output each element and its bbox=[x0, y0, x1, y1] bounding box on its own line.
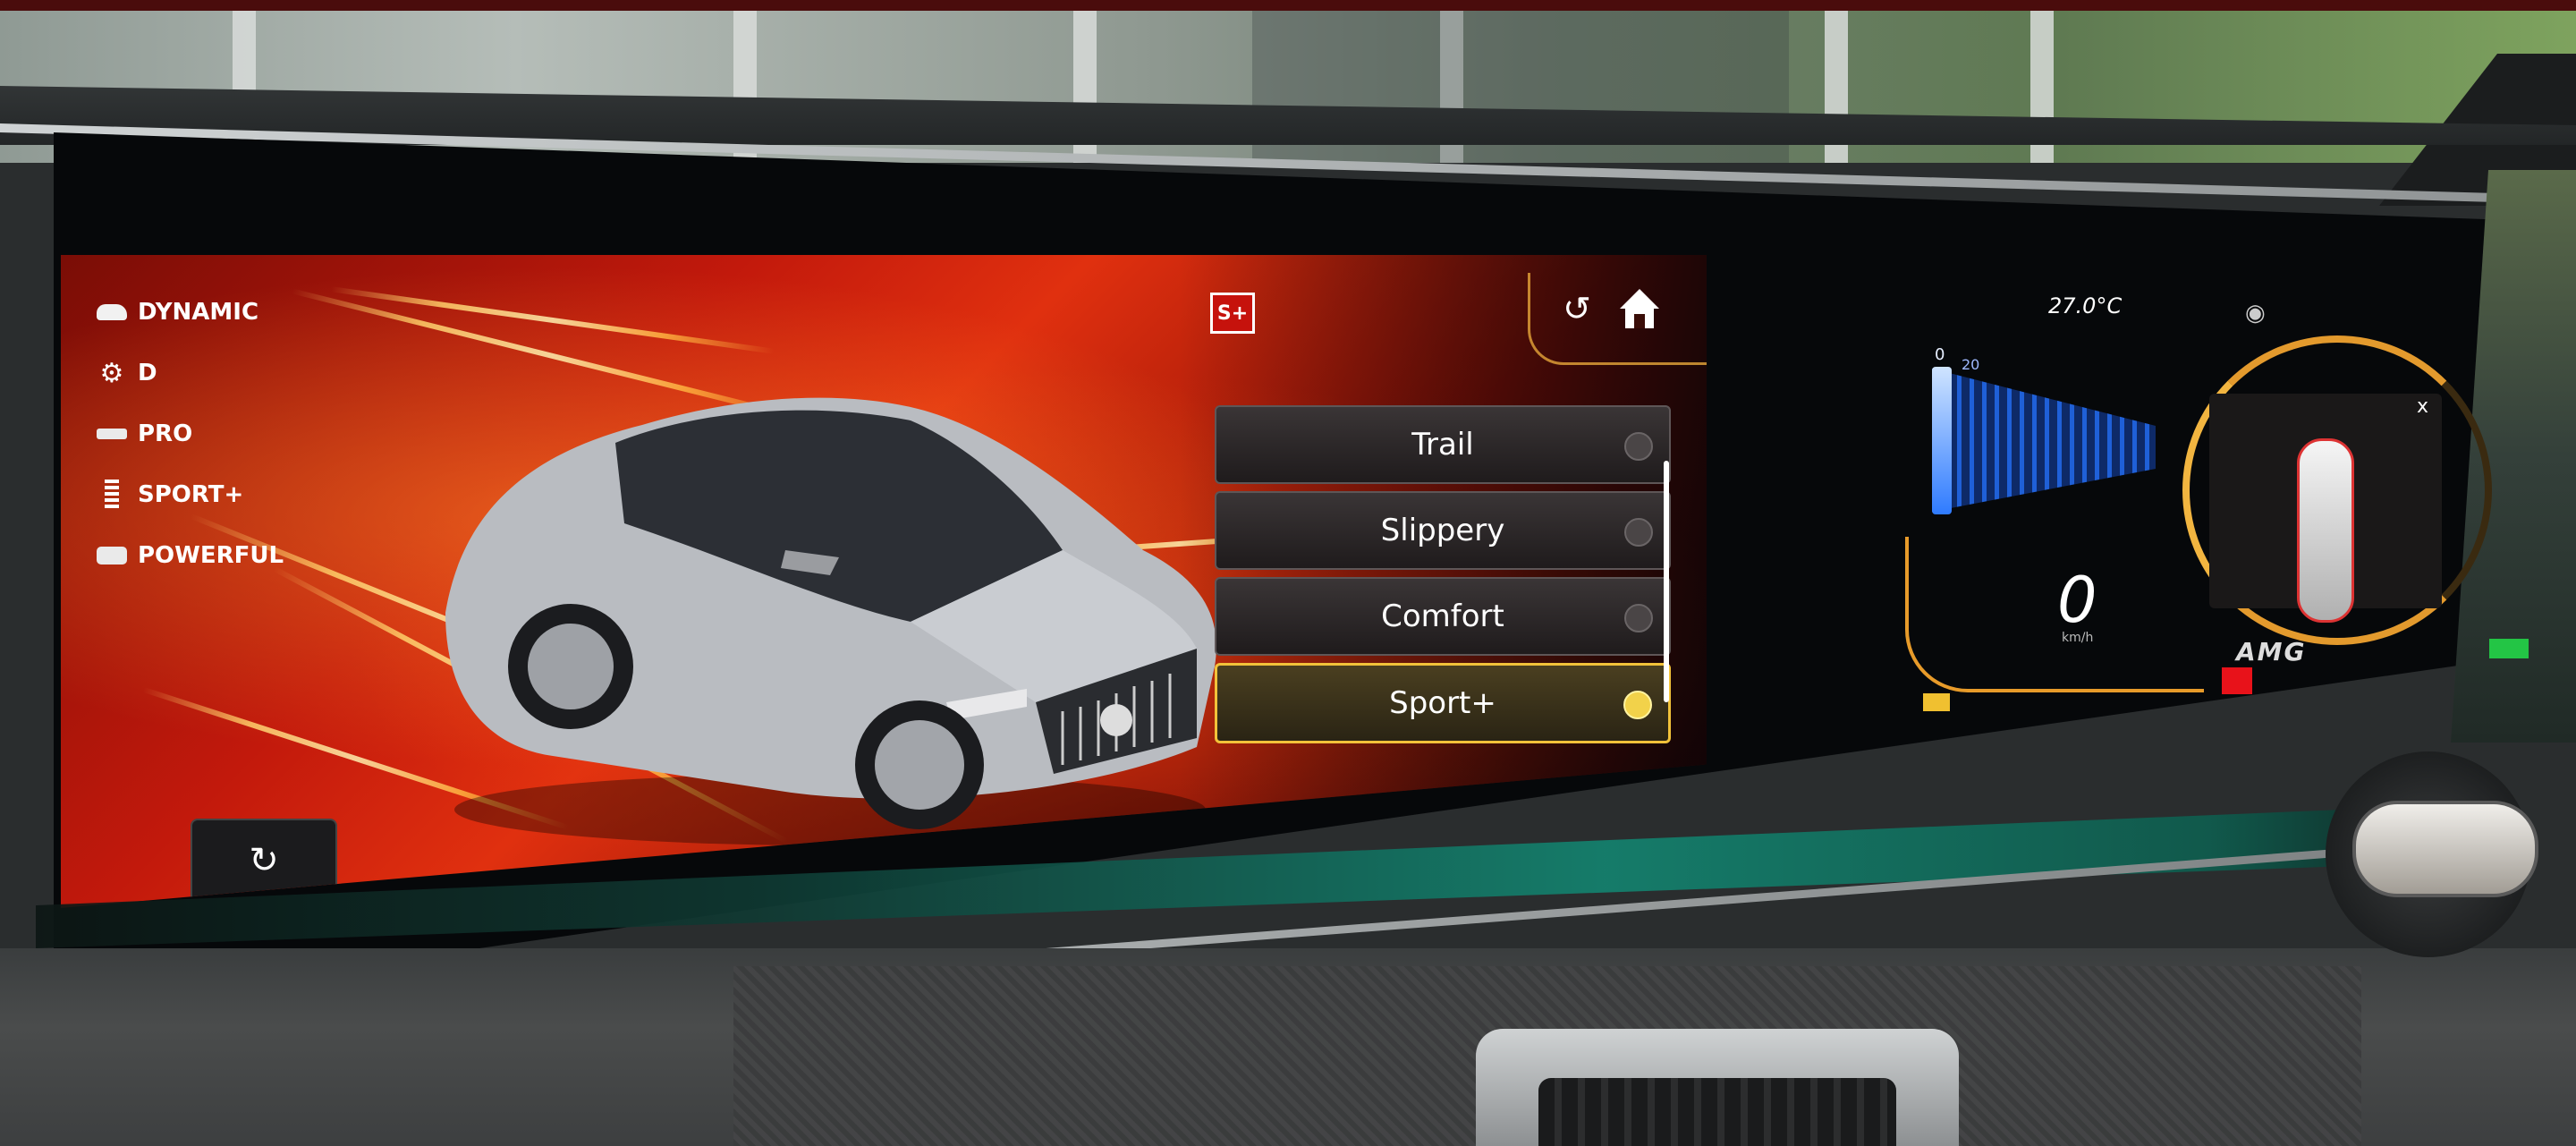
speed-tick-20: 20 bbox=[1962, 356, 1980, 373]
engine-icon bbox=[97, 544, 127, 567]
mode-item-dynamic[interactable]: DYNAMIC bbox=[97, 282, 284, 343]
program-label: Slippery bbox=[1380, 513, 1505, 548]
radio-indicator bbox=[1624, 604, 1653, 632]
amg-flag-icon bbox=[2222, 667, 2252, 694]
status-indicator-green bbox=[2489, 639, 2529, 658]
program-label: Sport+ bbox=[1389, 685, 1496, 721]
mode-label: POWERFUL bbox=[138, 542, 284, 569]
fuel-icon bbox=[1923, 693, 1950, 711]
transmission-icon: ⚙ bbox=[99, 357, 124, 389]
program-label: Trail bbox=[1411, 427, 1474, 463]
program-label: Comfort bbox=[1381, 598, 1504, 634]
drive-program-display: DYNAMIC ⚙ D PRO SPORT+ POWERFUL S+ ↺ Tra… bbox=[61, 255, 1707, 908]
mode-label: DYNAMIC bbox=[138, 299, 259, 326]
speed-readout: 0 bbox=[2057, 564, 2097, 637]
air-vent-louvers bbox=[1538, 1078, 1896, 1146]
mode-label: SPORT+ bbox=[138, 481, 244, 508]
cluster-accent-arc bbox=[1905, 537, 2204, 692]
program-list-scrollbar[interactable] bbox=[1664, 461, 1669, 702]
speed-unit: km/h bbox=[2062, 631, 2094, 645]
control-knob[interactable] bbox=[2352, 801, 2538, 897]
mode-item-engine[interactable]: POWERFUL bbox=[97, 525, 284, 586]
home-icon[interactable] bbox=[1613, 282, 1666, 335]
speed-gauge-edge bbox=[1932, 367, 1952, 514]
amg-logo: AMG bbox=[2236, 637, 2307, 666]
vehicle-top-view-icon bbox=[2297, 438, 2354, 623]
top-strip bbox=[0, 0, 2576, 11]
close-icon[interactable]: x bbox=[2417, 395, 2428, 418]
drive-program-list: Trail Slippery Comfort Sport+ bbox=[1215, 405, 1671, 751]
drive-mode-summary: DYNAMIC ⚙ D PRO SPORT+ POWERFUL bbox=[97, 282, 284, 586]
mode-label: D bbox=[138, 360, 157, 386]
spring-icon bbox=[97, 480, 127, 510]
program-option-comfort[interactable]: Comfort bbox=[1215, 577, 1671, 656]
sport-plus-badge: S+ bbox=[1210, 293, 1255, 334]
mode-item-chassis[interactable]: SPORT+ bbox=[97, 464, 284, 525]
mode-label: PRO bbox=[138, 420, 193, 447]
program-option-sport-plus[interactable]: Sport+ bbox=[1215, 663, 1671, 743]
radio-indicator bbox=[1624, 518, 1653, 547]
outside-temperature: 27.0°C bbox=[2048, 293, 2123, 318]
program-option-slippery[interactable]: Slippery bbox=[1215, 491, 1671, 570]
reset-icon: ↻ bbox=[249, 840, 279, 881]
program-option-trail[interactable]: Trail bbox=[1215, 405, 1671, 484]
mode-item-transmission[interactable]: ⚙ D bbox=[97, 343, 284, 403]
back-arrow-icon[interactable]: ↺ bbox=[1550, 282, 1604, 335]
radio-indicator bbox=[1624, 432, 1653, 461]
speed-tick-0: 0 bbox=[1935, 345, 1945, 364]
steering-assist-icon: ◉ bbox=[2245, 300, 2266, 327]
car-icon bbox=[97, 301, 127, 324]
mode-item-suspension[interactable]: PRO bbox=[97, 403, 284, 464]
radio-indicator-selected bbox=[1623, 691, 1652, 719]
cluster-info-row bbox=[1923, 693, 1950, 711]
suspension-icon bbox=[97, 422, 127, 446]
vehicle-illustration bbox=[445, 397, 1216, 845]
